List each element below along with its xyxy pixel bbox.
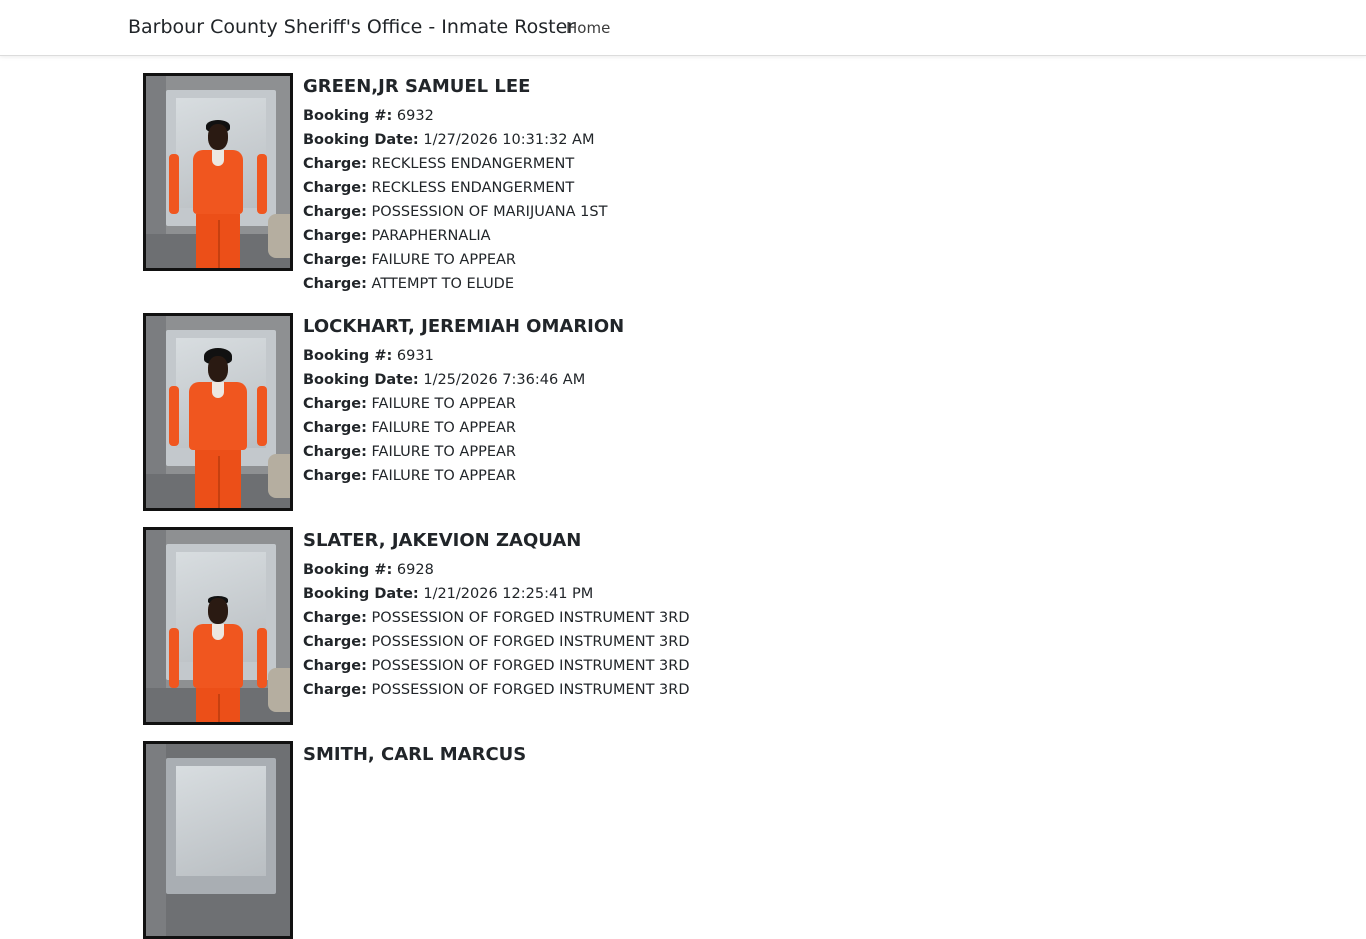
inmate-name: SLATER, JAKEVION ZAQUAN [303, 530, 582, 551]
booking-date-value: 1/21/2026 12:25:41 PM [423, 586, 594, 602]
charge-label: Charge: [303, 252, 367, 268]
charge-value: RECKLESS ENDANGERMENT [371, 156, 575, 172]
charge-value: FAILURE TO APPEAR [371, 444, 516, 460]
booking-number-label: Booking #: [303, 108, 393, 124]
charge-label: Charge: [303, 682, 367, 698]
charge-label: Charge: [303, 634, 367, 650]
booking-date-label: Booking Date: [303, 132, 419, 148]
charge-label: Charge: [303, 204, 367, 220]
charge-row: Charge: PARAPHERNALIA [303, 224, 943, 248]
inmate-details: SMITH, CARL MARCUS [303, 741, 943, 769]
booking-date-label: Booking Date: [303, 586, 419, 602]
charge-row: Charge: POSSESSION OF MARIJUANA 1ST [303, 200, 943, 224]
charge-value: POSSESSION OF FORGED INSTRUMENT 3RD [371, 610, 690, 626]
booking-number-value: 6932 [396, 108, 434, 124]
booking-number-row: Booking #: 6932 [303, 104, 943, 128]
inmate-photo[interactable] [143, 73, 293, 271]
inmate-details: SLATER, JAKEVION ZAQUAN Booking #: 6928 … [303, 527, 943, 702]
charge-label: Charge: [303, 444, 367, 460]
charge-label: Charge: [303, 228, 367, 244]
booking-number-label: Booking #: [303, 562, 393, 578]
charge-row: Charge: POSSESSION OF FORGED INSTRUMENT … [303, 678, 943, 702]
inmate-name: GREEN,JR SAMUEL LEE [303, 76, 531, 97]
charge-row: Charge: FAILURE TO APPEAR [303, 248, 943, 272]
charge-value: RECKLESS ENDANGERMENT [371, 180, 575, 196]
booking-date-value: 1/27/2026 10:31:32 AM [423, 132, 595, 148]
inmate-photo[interactable] [143, 313, 293, 511]
booking-date-row: Booking Date: 1/25/2026 7:36:46 AM [303, 368, 943, 392]
charge-row: Charge: ATTEMPT TO ELUDE [303, 272, 943, 296]
charge-row: Charge: FAILURE TO APPEAR [303, 440, 943, 464]
charge-label: Charge: [303, 468, 367, 484]
charge-value: FAILURE TO APPEAR [371, 420, 516, 436]
booking-number-row: Booking #: 6931 [303, 344, 943, 368]
charge-value: FAILURE TO APPEAR [371, 468, 516, 484]
charge-value: POSSESSION OF FORGED INSTRUMENT 3RD [371, 658, 690, 674]
charge-label: Charge: [303, 180, 367, 196]
charge-label: Charge: [303, 658, 367, 674]
charge-row: Charge: POSSESSION OF FORGED INSTRUMENT … [303, 654, 943, 678]
site-brand-link[interactable]: Barbour County Sheriff's Office - Inmate… [128, 16, 575, 38]
charge-value: FAILURE TO APPEAR [371, 396, 516, 412]
charge-value: PARAPHERNALIA [371, 228, 491, 244]
top-navbar: Barbour County Sheriff's Office - Inmate… [0, 0, 1366, 56]
charge-label: Charge: [303, 156, 367, 172]
charge-value: POSSESSION OF FORGED INSTRUMENT 3RD [371, 682, 690, 698]
charge-label: Charge: [303, 420, 367, 436]
inmate-details: GREEN,JR SAMUEL LEE Booking #: 6932 Book… [303, 73, 943, 296]
charge-value: POSSESSION OF MARIJUANA 1ST [371, 204, 608, 220]
inmate-name: SMITH, CARL MARCUS [303, 744, 527, 765]
booking-date-row: Booking Date: 1/27/2026 10:31:32 AM [303, 128, 943, 152]
booking-number-row: Booking #: 6928 [303, 558, 943, 582]
charge-row: Charge: RECKLESS ENDANGERMENT [303, 176, 943, 200]
charge-row: Charge: POSSESSION OF FORGED INSTRUMENT … [303, 630, 943, 654]
charge-row: Charge: FAILURE TO APPEAR [303, 416, 943, 440]
charge-label: Charge: [303, 610, 367, 626]
charge-row: Charge: POSSESSION OF FORGED INSTRUMENT … [303, 606, 943, 630]
nav-home-link[interactable]: Home [566, 19, 610, 37]
inmate-name: LOCKHART, JEREMIAH OMARION [303, 316, 625, 337]
inmate-photo[interactable] [143, 527, 293, 725]
booking-date-row: Booking Date: 1/21/2026 12:25:41 PM [303, 582, 943, 606]
charge-row: Charge: FAILURE TO APPEAR [303, 464, 943, 488]
inmate-photo[interactable] [143, 741, 293, 939]
charge-row: Charge: RECKLESS ENDANGERMENT [303, 152, 943, 176]
charge-row: Charge: FAILURE TO APPEAR [303, 392, 943, 416]
charge-value: POSSESSION OF FORGED INSTRUMENT 3RD [371, 634, 690, 650]
inmate-details: LOCKHART, JEREMIAH OMARION Booking #: 69… [303, 313, 943, 488]
charge-value: ATTEMPT TO ELUDE [371, 276, 515, 292]
charge-value: FAILURE TO APPEAR [371, 252, 516, 268]
booking-date-value: 1/25/2026 7:36:46 AM [423, 372, 586, 388]
booking-date-label: Booking Date: [303, 372, 419, 388]
charge-label: Charge: [303, 276, 367, 292]
booking-number-value: 6928 [396, 562, 434, 578]
booking-number-label: Booking #: [303, 348, 393, 364]
charge-label: Charge: [303, 396, 367, 412]
booking-number-value: 6931 [396, 348, 434, 364]
